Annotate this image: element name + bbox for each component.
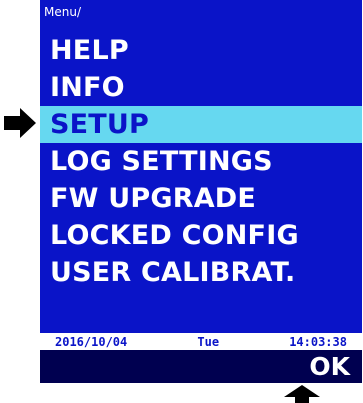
menu-item-locked-config[interactable]: LOCKED CONFIG bbox=[40, 217, 362, 254]
status-day: Tue bbox=[197, 334, 220, 349]
menu-item-setup[interactable]: SETUP bbox=[40, 106, 362, 143]
menu-item-help[interactable]: HELP bbox=[40, 32, 362, 69]
status-date: 2016/10/04 bbox=[55, 334, 128, 349]
breadcrumb: Menu/ bbox=[44, 5, 81, 19]
status-time: 14:03:38 bbox=[289, 334, 347, 349]
main-menu: HELP INFO SETUP LOG SETTINGS FW UPGRADE … bbox=[40, 32, 362, 291]
menu-item-fw-upgrade[interactable]: FW UPGRADE bbox=[40, 180, 362, 217]
status-bar: 2016/10/04 Tue 14:03:38 bbox=[40, 333, 362, 350]
softkey-bar: OK bbox=[40, 350, 362, 383]
arrow-right-icon bbox=[4, 108, 36, 138]
menu-item-user-calibrat[interactable]: USER CALIBRAT. bbox=[40, 254, 362, 291]
arrow-up-icon bbox=[284, 385, 320, 403]
menu-item-info[interactable]: INFO bbox=[40, 69, 362, 106]
ok-softkey[interactable]: OK bbox=[309, 352, 350, 381]
menu-item-log-settings[interactable]: LOG SETTINGS bbox=[40, 143, 362, 180]
